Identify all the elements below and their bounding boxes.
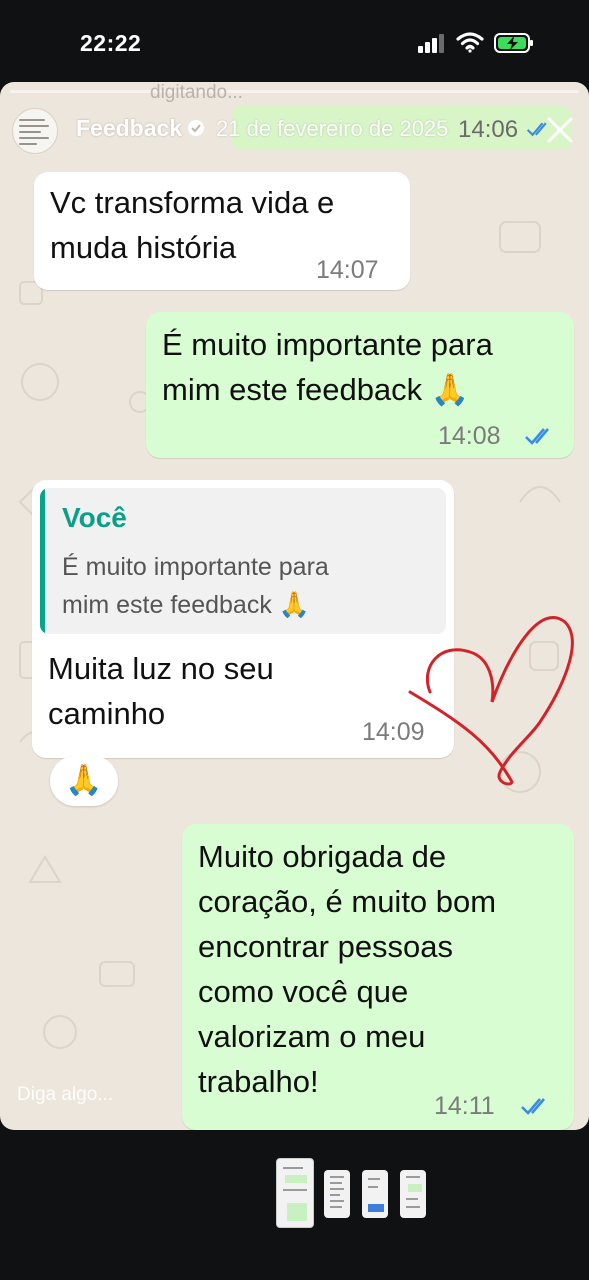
avatar[interactable] xyxy=(12,108,58,154)
signal-icon xyxy=(418,34,444,53)
quote-author: Você xyxy=(62,502,127,533)
story-thumbnail[interactable] xyxy=(362,1170,388,1218)
verified-icon xyxy=(188,120,204,136)
message-reaction[interactable]: 🙏 xyxy=(50,756,118,806)
story-thumbnail[interactable] xyxy=(324,1170,350,1218)
message-bubble-incoming[interactable]: Vc transforma vida e muda história 14:07 xyxy=(34,172,410,290)
story-thumbnail[interactable] xyxy=(276,1158,314,1228)
message-bubble-incoming-reply[interactable]: Você É muito importante para mim este fe… xyxy=(32,480,454,758)
story-header: Feedback 21 de fevereiro de 2025 xyxy=(0,98,589,158)
quoted-message[interactable]: Você É muito importante para mim este fe… xyxy=(40,488,446,634)
status-time: 22:22 xyxy=(80,30,142,56)
quote-text: É muito importante para mim este feedbac… xyxy=(62,553,329,619)
close-icon[interactable] xyxy=(544,114,576,146)
story-reply-bar[interactable]: Diga algo... xyxy=(0,1072,589,1130)
quote-accent-bar xyxy=(40,488,45,634)
heart-doodle xyxy=(408,616,574,786)
message-bubble-outgoing[interactable]: É muito importante para mim este feedbac… xyxy=(146,312,574,458)
message-text: Muito obrigada de coração, é muito bom e… xyxy=(198,839,497,1099)
reply-input[interactable]: Diga algo... xyxy=(17,1084,113,1106)
message-time: 14:08 xyxy=(438,422,501,450)
story-card[interactable]: digitando... 14:06 Feedback 21 de fevere… xyxy=(0,82,589,1130)
message-text: É muito importante para mim este feedbac… xyxy=(162,327,493,407)
double-check-icon xyxy=(525,428,549,445)
story-thumbnail[interactable] xyxy=(400,1170,426,1218)
message-time: 14:07 xyxy=(316,256,379,284)
story-title[interactable]: Feedback xyxy=(76,115,182,142)
status-bar: 22:22 xyxy=(0,0,589,82)
story-thumbnails xyxy=(0,1158,589,1232)
wifi-icon xyxy=(456,32,484,53)
story-date: 21 de fevereiro de 2025 xyxy=(216,116,449,141)
battery-charging-icon xyxy=(494,33,533,53)
